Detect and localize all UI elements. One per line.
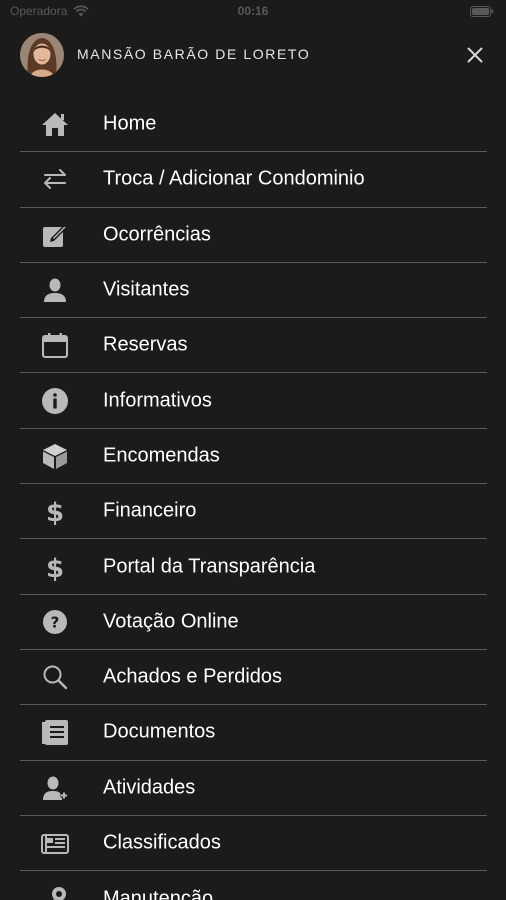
newspaper-icon	[40, 828, 70, 858]
menu-item-label: Manutenção	[103, 887, 214, 900]
condominium-title: MANSÃO BARÃO DE LORETO	[77, 46, 311, 62]
status-time: 00:16	[237, 4, 269, 18]
menu-item-label: Documentos	[103, 720, 216, 743]
menu-item-label: Ocorrências	[103, 223, 211, 246]
calendar-icon	[40, 330, 70, 360]
menu-item-label: Troca / Adicionar Condominio	[103, 167, 365, 190]
menu-item-encomendas[interactable]: Encomendas	[20, 429, 487, 485]
swap-icon	[40, 164, 70, 194]
package-icon	[40, 441, 70, 471]
menu-list: Home Troca / Adicionar Condominio Ocorrê…	[20, 97, 487, 900]
menu-item-reservas[interactable]: Reservas	[20, 318, 487, 374]
menu-item-votacao-online[interactable]: ? Votação Online	[20, 595, 487, 650]
search-icon	[40, 662, 70, 692]
svg-text:$: $	[46, 498, 64, 525]
menu-item-label: Classificados	[103, 831, 221, 854]
tools-icon	[40, 884, 70, 900]
menu-item-label: Financeiro	[103, 499, 197, 522]
svg-text:?: ?	[51, 613, 60, 631]
menu-item-label: Encomendas	[103, 444, 220, 467]
menu-item-label: Votação Online	[103, 610, 239, 633]
menu-item-documentos[interactable]: Documentos	[20, 705, 487, 761]
close-button[interactable]	[464, 44, 486, 66]
menu-item-classificados[interactable]: Classificados	[20, 816, 487, 872]
menu-item-ocorrencias[interactable]: Ocorrências	[20, 208, 487, 263]
screen: Operadora 00:16 MANSÃO BARÃO DE LORETO H…	[0, 0, 506, 900]
drawer-header: MANSÃO BARÃO DE LORETO	[0, 30, 506, 86]
svg-text:$: $	[46, 554, 64, 581]
dollar-icon: $	[40, 552, 70, 582]
close-icon	[467, 47, 483, 63]
avatar[interactable]	[20, 33, 64, 77]
menu-item-troca-condominio[interactable]: Troca / Adicionar Condominio	[20, 152, 487, 208]
menu-item-visitantes[interactable]: Visitantes	[20, 263, 487, 319]
question-icon: ?	[40, 607, 70, 637]
avatar-photo	[20, 33, 64, 77]
person-add-icon	[40, 773, 70, 803]
menu-item-home[interactable]: Home	[20, 97, 487, 153]
menu-item-label: Home	[103, 112, 157, 135]
edit-icon	[40, 220, 70, 250]
menu-item-label: Informativos	[103, 389, 212, 412]
menu-item-label: Achados e Perdidos	[103, 665, 283, 688]
info-icon	[40, 386, 70, 416]
menu-item-label: Portal da Transparência	[103, 555, 316, 578]
menu-item-financeiro[interactable]: $ Financeiro	[20, 484, 487, 540]
menu-item-label: Visitantes	[103, 278, 190, 301]
document-icon	[40, 717, 70, 747]
menu-item-label: Reservas	[103, 333, 188, 356]
dollar-icon: $	[40, 496, 70, 526]
menu-item-portal-transparencia[interactable]: $ Portal da Transparência	[20, 539, 487, 595]
person-icon	[40, 275, 70, 305]
menu-item-informativos[interactable]: Informativos	[20, 373, 487, 429]
menu-item-achados-perdidos[interactable]: Achados e Perdidos	[20, 650, 487, 706]
menu-item-label: Atividades	[103, 776, 196, 799]
home-icon	[40, 109, 70, 139]
menu-item-atividades[interactable]: Atividades	[20, 761, 487, 816]
status-bar: Operadora 00:16	[0, 0, 506, 26]
battery-icon	[470, 6, 494, 17]
menu-item-manutencao[interactable]: Manutenção	[20, 871, 487, 900]
